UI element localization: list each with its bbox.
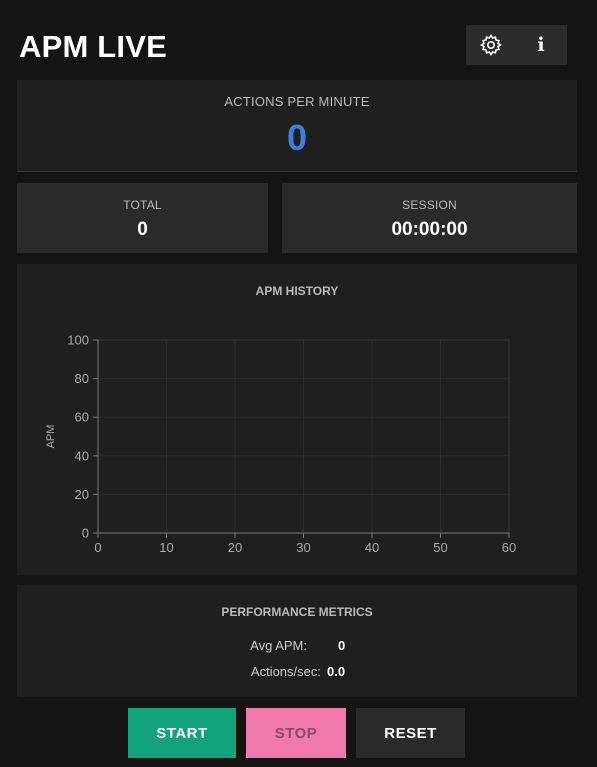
total-panel: TOTAL 0 (17, 183, 268, 253)
total-value: 0 (137, 219, 148, 240)
app-title: APM LIVE (19, 29, 168, 64)
session-value: 00:00:00 (391, 219, 468, 240)
y-axis-label: APM (45, 425, 57, 449)
performance-metrics-panel: PERFORMANCE METRICS Avg APM: 0 Actions/s… (17, 585, 577, 697)
x-tick-label: 0 (94, 540, 101, 555)
toolbar: i (466, 25, 567, 65)
y-tick-label: 60 (75, 410, 89, 425)
y-tick-label: 20 (75, 487, 89, 502)
gear-icon (480, 34, 502, 56)
apm-label: ACTIONS PER MINUTE (224, 94, 370, 109)
apm-value: 0 (286, 117, 308, 158)
info-icon: i (537, 34, 545, 56)
x-tick-label: 60 (502, 540, 516, 555)
actions-per-sec-row: Actions/sec: 0.0 (17, 664, 577, 682)
reset-button[interactable]: RESET (356, 708, 465, 758)
metrics-title: PERFORMANCE METRICS (221, 605, 373, 619)
avg-apm-label: Avg APM: (250, 638, 307, 653)
x-tick-label: 30 (296, 540, 310, 555)
avg-apm-value: 0 (338, 638, 346, 653)
avg-apm-row: Avg APM: 0 (17, 638, 577, 656)
apm-history-chart: 0 20 40 60 80 100 0 10 20 30 40 50 60 APM (45, 333, 516, 556)
info-button[interactable]: i (516, 25, 566, 65)
apm-history-panel: APM HISTORY 0 20 40 60 80 100 0 10 20 30 40 50 60 APM (17, 264, 577, 575)
settings-button[interactable] (466, 25, 516, 65)
total-label: TOTAL (123, 198, 162, 212)
y-tick-label: 80 (75, 371, 89, 386)
session-panel: SESSION 00:00:00 (282, 183, 577, 253)
session-label: SESSION (402, 198, 457, 212)
x-tick-label: 20 (228, 540, 242, 555)
actions-per-sec-value: 0.0 (327, 664, 346, 679)
x-tick-label: 10 (159, 540, 173, 555)
y-tick-label: 40 (75, 448, 89, 463)
apm-panel: ACTIONS PER MINUTE 0 (17, 80, 577, 172)
stop-button[interactable]: STOP (246, 708, 346, 758)
start-button[interactable]: START (128, 708, 236, 758)
x-tick-label: 50 (433, 540, 447, 555)
y-tick-label: 100 (67, 333, 89, 348)
actions-per-sec-label: Actions/sec: (250, 664, 321, 679)
x-tick-label: 40 (365, 540, 379, 555)
y-tick-label: 0 (82, 526, 89, 541)
